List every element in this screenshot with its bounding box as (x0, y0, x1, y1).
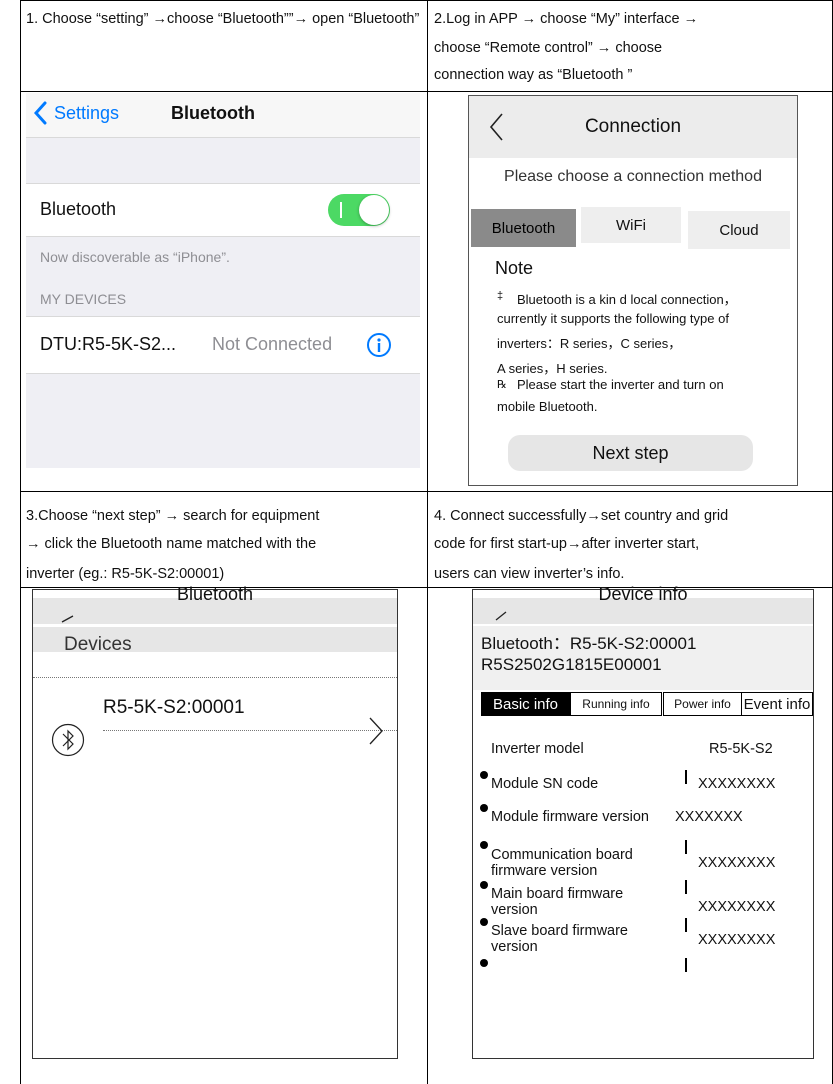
tab-wifi[interactable]: WiFi (581, 207, 681, 243)
note-title: Note (495, 258, 534, 278)
device-name: DTU:R5-5K-S2... (40, 334, 177, 354)
comm-board-label-2: firmware version (491, 863, 598, 879)
toggle-knob (359, 195, 389, 225)
device-row[interactable]: R5-5K-S2:00001 (33, 690, 397, 757)
slave-board-label-1: Slave board firmware (491, 923, 628, 939)
device-info-screen: Device info Bluetooth：R5-5K-S2:00001 R5S… (472, 584, 814, 1059)
main-board-label-2: version (491, 902, 538, 918)
serial-number-line: R5S2502G1815E00001 (481, 655, 662, 674)
inverter-model-value: R5-5K-S2 (709, 741, 773, 757)
note-line-6: mobile Bluetooth. (497, 399, 598, 414)
step1-caption: 1. Choose “setting” →choose “Bluetooth””… (26, 11, 420, 27)
ios-bluetooth-settings: Settings Bluetooth Bluetooth Now discove… (26, 93, 420, 468)
info-icon[interactable] (366, 332, 392, 358)
comm-board-label-1: Communication board (491, 847, 633, 863)
nav-title: Bluetooth (171, 103, 255, 123)
step4-caption-line2: code for first start-up→after inverter s… (434, 536, 700, 552)
module-firmware-value: XXXXXXX (675, 809, 743, 825)
slave-board-label-2: version (491, 939, 538, 955)
connection-header: Connection (469, 96, 797, 158)
step2-caption-line1: 2.Log in APP → choose “My” interface → (434, 11, 699, 27)
bluetooth-name-line: Bluetooth：R5-5K-S2:00001 (481, 634, 697, 653)
connection-prompt: Please choose a connection method (504, 168, 762, 185)
inverter-model-label: Inverter model (491, 741, 584, 757)
next-step-button[interactable]: Next step (508, 435, 753, 471)
bluetooth-toggle[interactable] (328, 194, 390, 226)
tab-cloud[interactable]: Cloud (688, 211, 790, 249)
bullet-icon (480, 918, 488, 926)
tab-event-info[interactable]: Event info (741, 692, 813, 716)
separator (685, 918, 687, 932)
tab-power-info[interactable]: Power info (663, 692, 742, 716)
devices-section-label: Devices (64, 634, 132, 655)
main-board-value: XXXXXXXX (698, 899, 776, 915)
device-name: R5-5K-S2:00001 (103, 697, 245, 718)
step3-caption-line1: 3.Choose “next step” → search for equipm… (26, 508, 320, 524)
module-sn-label: Module SN code (491, 776, 599, 792)
bluetooth-icon (51, 723, 85, 757)
bullet-icon (480, 804, 488, 812)
chevron-left-icon (34, 101, 47, 125)
bluetooth-screen: Bluetooth Devices R5-5K-S2:00001 (32, 584, 398, 1059)
nav-bar: Settings Bluetooth (26, 93, 420, 138)
step3-caption-line3: inverter (eg.: R5-5K-S2:00001) (26, 566, 225, 582)
note-line-2: currently it supports the following type… (497, 311, 729, 326)
step2-caption-line2: choose “Remote control” → choose (434, 40, 663, 56)
tab-basic-info[interactable]: Basic info (481, 692, 570, 716)
main-board-label-1: Main board firmware (491, 886, 624, 902)
separator (685, 880, 687, 894)
chevron-right-icon (369, 717, 383, 745)
slave-board-value: XXXXXXXX (698, 932, 776, 948)
device-row-divider (103, 730, 397, 731)
note-line-4: A series，H series. (497, 361, 608, 376)
bullet-icon (480, 959, 488, 967)
bluetooth-label: Bluetooth (40, 199, 117, 219)
step4-caption-line1: 4. Connect successfully→set country and … (434, 508, 729, 524)
my-devices-header: MY DEVICES (40, 291, 127, 307)
device-info-title: Device info (598, 584, 688, 604)
step4-caption-line3: users can view inverter’s info. (434, 566, 625, 582)
back-icon[interactable] (493, 608, 509, 622)
note-line-1: Bluetooth is a kin d local connection， (517, 292, 737, 307)
bullet-icon (480, 881, 488, 889)
discoverable-text: Now discoverable as “iPhone”. (40, 249, 230, 265)
separator (685, 958, 687, 972)
bluetooth-title: Bluetooth (176, 584, 254, 604)
module-firmware-label: Module firmware version (491, 809, 649, 825)
step3-caption-line2: → click the Bluetooth name matched with … (26, 536, 317, 552)
note-line-5: Please start the inverter and turn on (517, 377, 724, 392)
module-sn-value: XXXXXXXX (698, 776, 776, 792)
note-line-3: inverters：R series，C series， (497, 336, 682, 351)
note-bullet-1: ‡ (497, 290, 504, 302)
tab-bluetooth[interactable]: Bluetooth (471, 209, 576, 247)
connection-screen: Connection Please choose a connection me… (468, 95, 798, 486)
separator (685, 770, 687, 784)
toggle-on-mark (340, 202, 342, 218)
connection-title: Connection (584, 116, 682, 137)
separator (685, 840, 687, 854)
comm-board-value: XXXXXXXX (698, 855, 776, 871)
step2-caption-line3: connection way as “Bluetooth ” (434, 67, 633, 83)
back-label: Settings (54, 102, 120, 123)
note-bullet-2: ℞ (497, 379, 507, 391)
tab-running-info[interactable]: Running info (570, 692, 662, 716)
bullet-icon (480, 841, 488, 849)
device-status: Not Connected (212, 334, 333, 354)
back-button[interactable]: Settings (34, 101, 119, 125)
bluetooth-toggle-row: Bluetooth (26, 183, 420, 237)
bullet-icon (480, 771, 488, 779)
device-row[interactable]: DTU:R5-5K-S2... Not Connected (26, 316, 420, 374)
divider (33, 677, 397, 678)
